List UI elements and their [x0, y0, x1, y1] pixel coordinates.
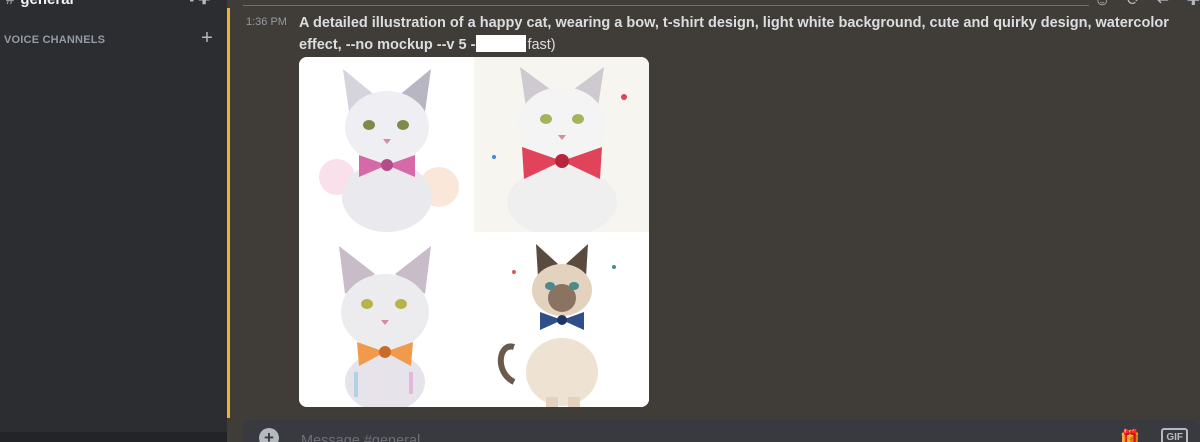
cat-image-2[interactable]	[474, 57, 649, 232]
channel-actions[interactable]: ▪ ✚	[189, 0, 210, 8]
message-input[interactable]	[299, 430, 1003, 442]
redacted-block	[476, 35, 527, 52]
message-content: A detailed illustration of a happy cat, …	[299, 12, 1191, 56]
message-actions-toolbar: ☺ ⟳ ↩ ✚	[1082, 0, 1200, 9]
hash-icon: #	[6, 0, 14, 8]
cat-with-red-bow-icon	[492, 67, 627, 232]
speed-suffix: fast)	[527, 37, 556, 53]
message-timestamp: 1:36 PM	[246, 16, 287, 28]
channel-name: general	[20, 0, 73, 8]
prompt-text: A detailed illustration of a happy cat, …	[299, 15, 1169, 53]
gif-button[interactable]: GIF	[1161, 428, 1188, 442]
channel-item-general[interactable]: # general ▪ ✚	[6, 0, 220, 9]
cat-with-blue-bow-icon	[497, 244, 616, 407]
gift-icon[interactable]: 🎁	[1120, 428, 1140, 442]
add-channel-button[interactable]: +	[199, 28, 215, 48]
discord-window: # general ▪ ✚ VOICE CHANNELS + ☺ ⟳ ↩ ✚ 1:…	[0, 0, 1200, 442]
cat-with-orange-bow-icon	[339, 246, 431, 407]
message-composer: + 🎁 GIF	[243, 420, 1200, 442]
upload-plus-icon[interactable]: +	[259, 428, 279, 442]
chat-message[interactable]: 1:36 PM A detailed illustration of a hap…	[227, 8, 1200, 426]
image-attachment-grid[interactable]	[299, 57, 649, 407]
chat-area: ☺ ⟳ ↩ ✚ 1:36 PM A detailed illustration …	[227, 0, 1200, 442]
user-panel	[0, 432, 227, 442]
cat-with-pink-bow-icon	[319, 69, 459, 232]
component-buttons-row	[299, 413, 659, 426]
cat-image-1[interactable]	[299, 57, 474, 232]
channel-sidebar: # general ▪ ✚ VOICE CHANNELS +	[0, 0, 227, 442]
new-messages-divider	[243, 5, 1089, 6]
cat-image-3[interactable]	[299, 232, 474, 407]
cat-image-4[interactable]	[474, 232, 649, 407]
mention-highlight-bar	[227, 8, 230, 418]
voice-channels-header[interactable]: VOICE CHANNELS	[4, 34, 216, 50]
